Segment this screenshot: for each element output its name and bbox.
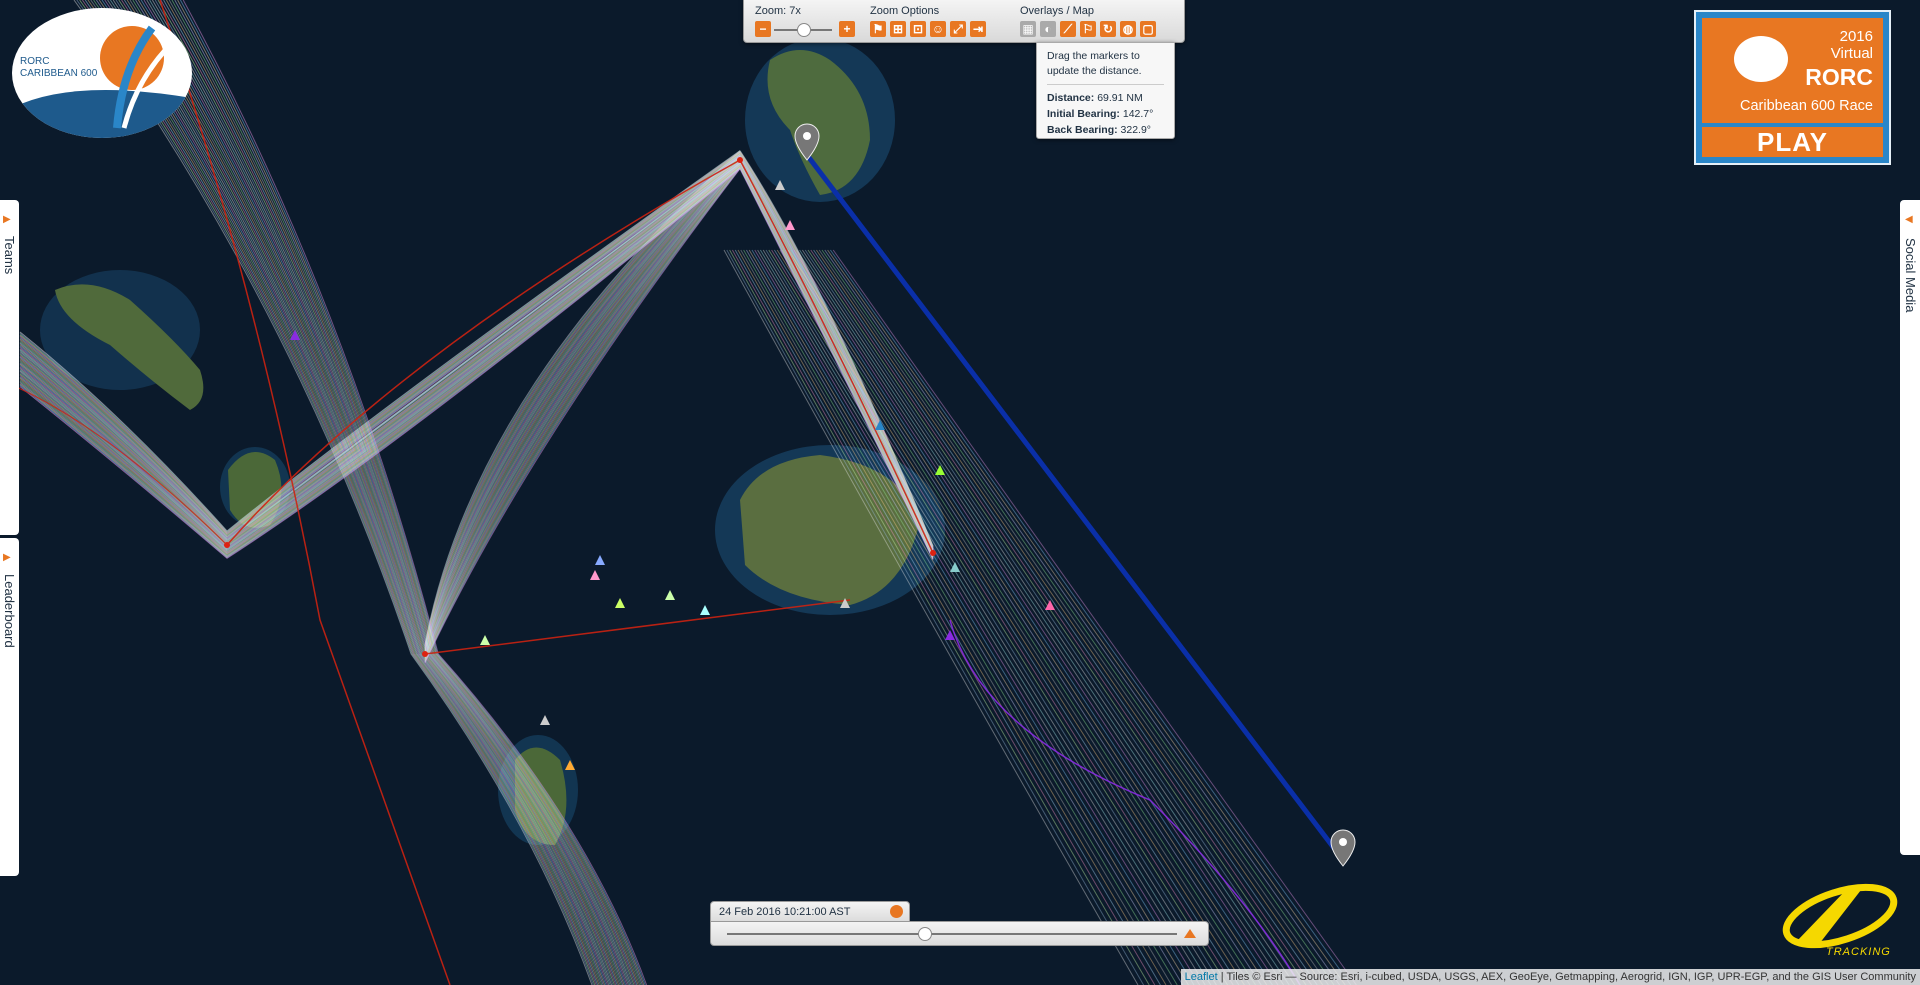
map-canvas [0, 0, 1920, 985]
banner-badge [1734, 36, 1788, 82]
back-bearing-label: Back Bearing: [1047, 124, 1118, 136]
timeline-date-text: 24 Feb 2016 10:21:00 AST [719, 906, 851, 918]
yb-tracking-logo[interactable]: TRACKING [1776, 882, 1904, 962]
course-icon[interactable]: ⚐ [1080, 21, 1096, 37]
flag-icon[interactable]: ⚑ [870, 21, 886, 37]
banner-brand: RORC [1805, 64, 1873, 90]
grid-icon[interactable]: ▦ [1020, 21, 1036, 37]
island-barbuda [745, 38, 895, 202]
overlays-label: Overlays / Map [1020, 5, 1094, 17]
clock-icon[interactable] [890, 905, 903, 918]
timeline-date: 24 Feb 2016 10:21:00 AST [710, 901, 910, 922]
zoom-out-icon[interactable]: − [755, 21, 771, 37]
distance-label: Distance: [1047, 92, 1095, 104]
logo-line1: RORC [20, 56, 50, 67]
teams-tab[interactable]: ▶ Teams [0, 200, 19, 535]
banner-word: Virtual [1830, 45, 1873, 62]
banner-panel: 2016 Virtual RORC Caribbean 600 Race [1702, 18, 1883, 123]
banner-year: 2016 [1839, 28, 1873, 45]
initial-bearing-value: 142.7° [1122, 108, 1154, 120]
map-attribution: Leaflet | Tiles © Esri — Source: Esri, i… [1180, 969, 1920, 985]
yb-logo-graphic [1782, 883, 1898, 949]
map-control-panel: Zoom: 7x Zoom Options Overlays / Map − +… [743, 0, 1185, 43]
rorc-logo[interactable]: RORC CARIBBEAN 600 [12, 8, 192, 138]
plus-box-icon[interactable]: ⊞ [890, 21, 906, 37]
initial-bearing-label: Initial Bearing: [1047, 108, 1120, 120]
arrow-right-icon: ▶ [3, 214, 11, 225]
play-icon[interactable] [1184, 929, 1196, 938]
back-bearing-value: 322.9° [1120, 124, 1152, 136]
timeline-bar [710, 921, 1209, 946]
exit-icon[interactable]: ⇥ [970, 21, 986, 37]
timeline-handle[interactable] [918, 927, 932, 941]
social-media-tab-label: Social Media [1903, 238, 1918, 313]
teams-tab-label: Teams [2, 236, 17, 275]
zoom-label: Zoom: 7x [755, 5, 801, 17]
zoom-in-icon[interactable]: + [839, 21, 855, 37]
zoom-options-label: Zoom Options [870, 5, 940, 17]
banner-race: Caribbean 600 Race [1739, 98, 1873, 114]
yb-brand: TRACKING [1826, 946, 1891, 958]
leaflet-link[interactable]: Leaflet [1185, 971, 1218, 983]
square-icon[interactable]: ▢ [1140, 21, 1156, 37]
leaderboard-tab-label: Leaderboard [2, 574, 17, 648]
ruler-icon[interactable]: ⟋ [1060, 21, 1076, 37]
expand-icon[interactable]: ⤢ [950, 21, 966, 37]
social-media-tab[interactable]: ◀ Social Media [1900, 200, 1920, 855]
tiles-attribution: | Tiles © Esri — Source: Esri, i-cubed, … [1217, 971, 1916, 983]
wind-icon[interactable]: ↻ [1100, 21, 1116, 37]
zoom-slider-handle[interactable] [797, 23, 811, 37]
distance-popup: Drag the markers to update the distance.… [1036, 42, 1175, 139]
popup-hint: Drag the markers to update the distance. [1047, 50, 1142, 77]
course-mark [930, 550, 936, 556]
shade-icon[interactable]: ◐ [1040, 21, 1056, 37]
arrow-right-icon: ▶ [3, 552, 11, 563]
arrow-left-icon: ◀ [1905, 214, 1913, 225]
fit-icon[interactable]: ⊡ [910, 21, 926, 37]
course-mark [422, 651, 428, 657]
leaderboard-tab[interactable]: ▶ Leaderboard [0, 538, 19, 876]
timeline-track[interactable] [727, 933, 1177, 935]
globe-icon[interactable]: ◍ [1120, 21, 1136, 37]
distance-value: 69.91 NM [1097, 92, 1143, 104]
logo-line2: CARIBBEAN 600 [20, 68, 98, 79]
play-button[interactable]: PLAY [1702, 127, 1883, 157]
course-mark [737, 157, 743, 163]
group-icon[interactable]: ☺ [930, 21, 946, 37]
virtual-race-banner[interactable]: 2016 Virtual RORC Caribbean 600 Race PLAY [1694, 10, 1891, 165]
race-map[interactable] [0, 0, 1920, 985]
course-mark [224, 542, 230, 548]
